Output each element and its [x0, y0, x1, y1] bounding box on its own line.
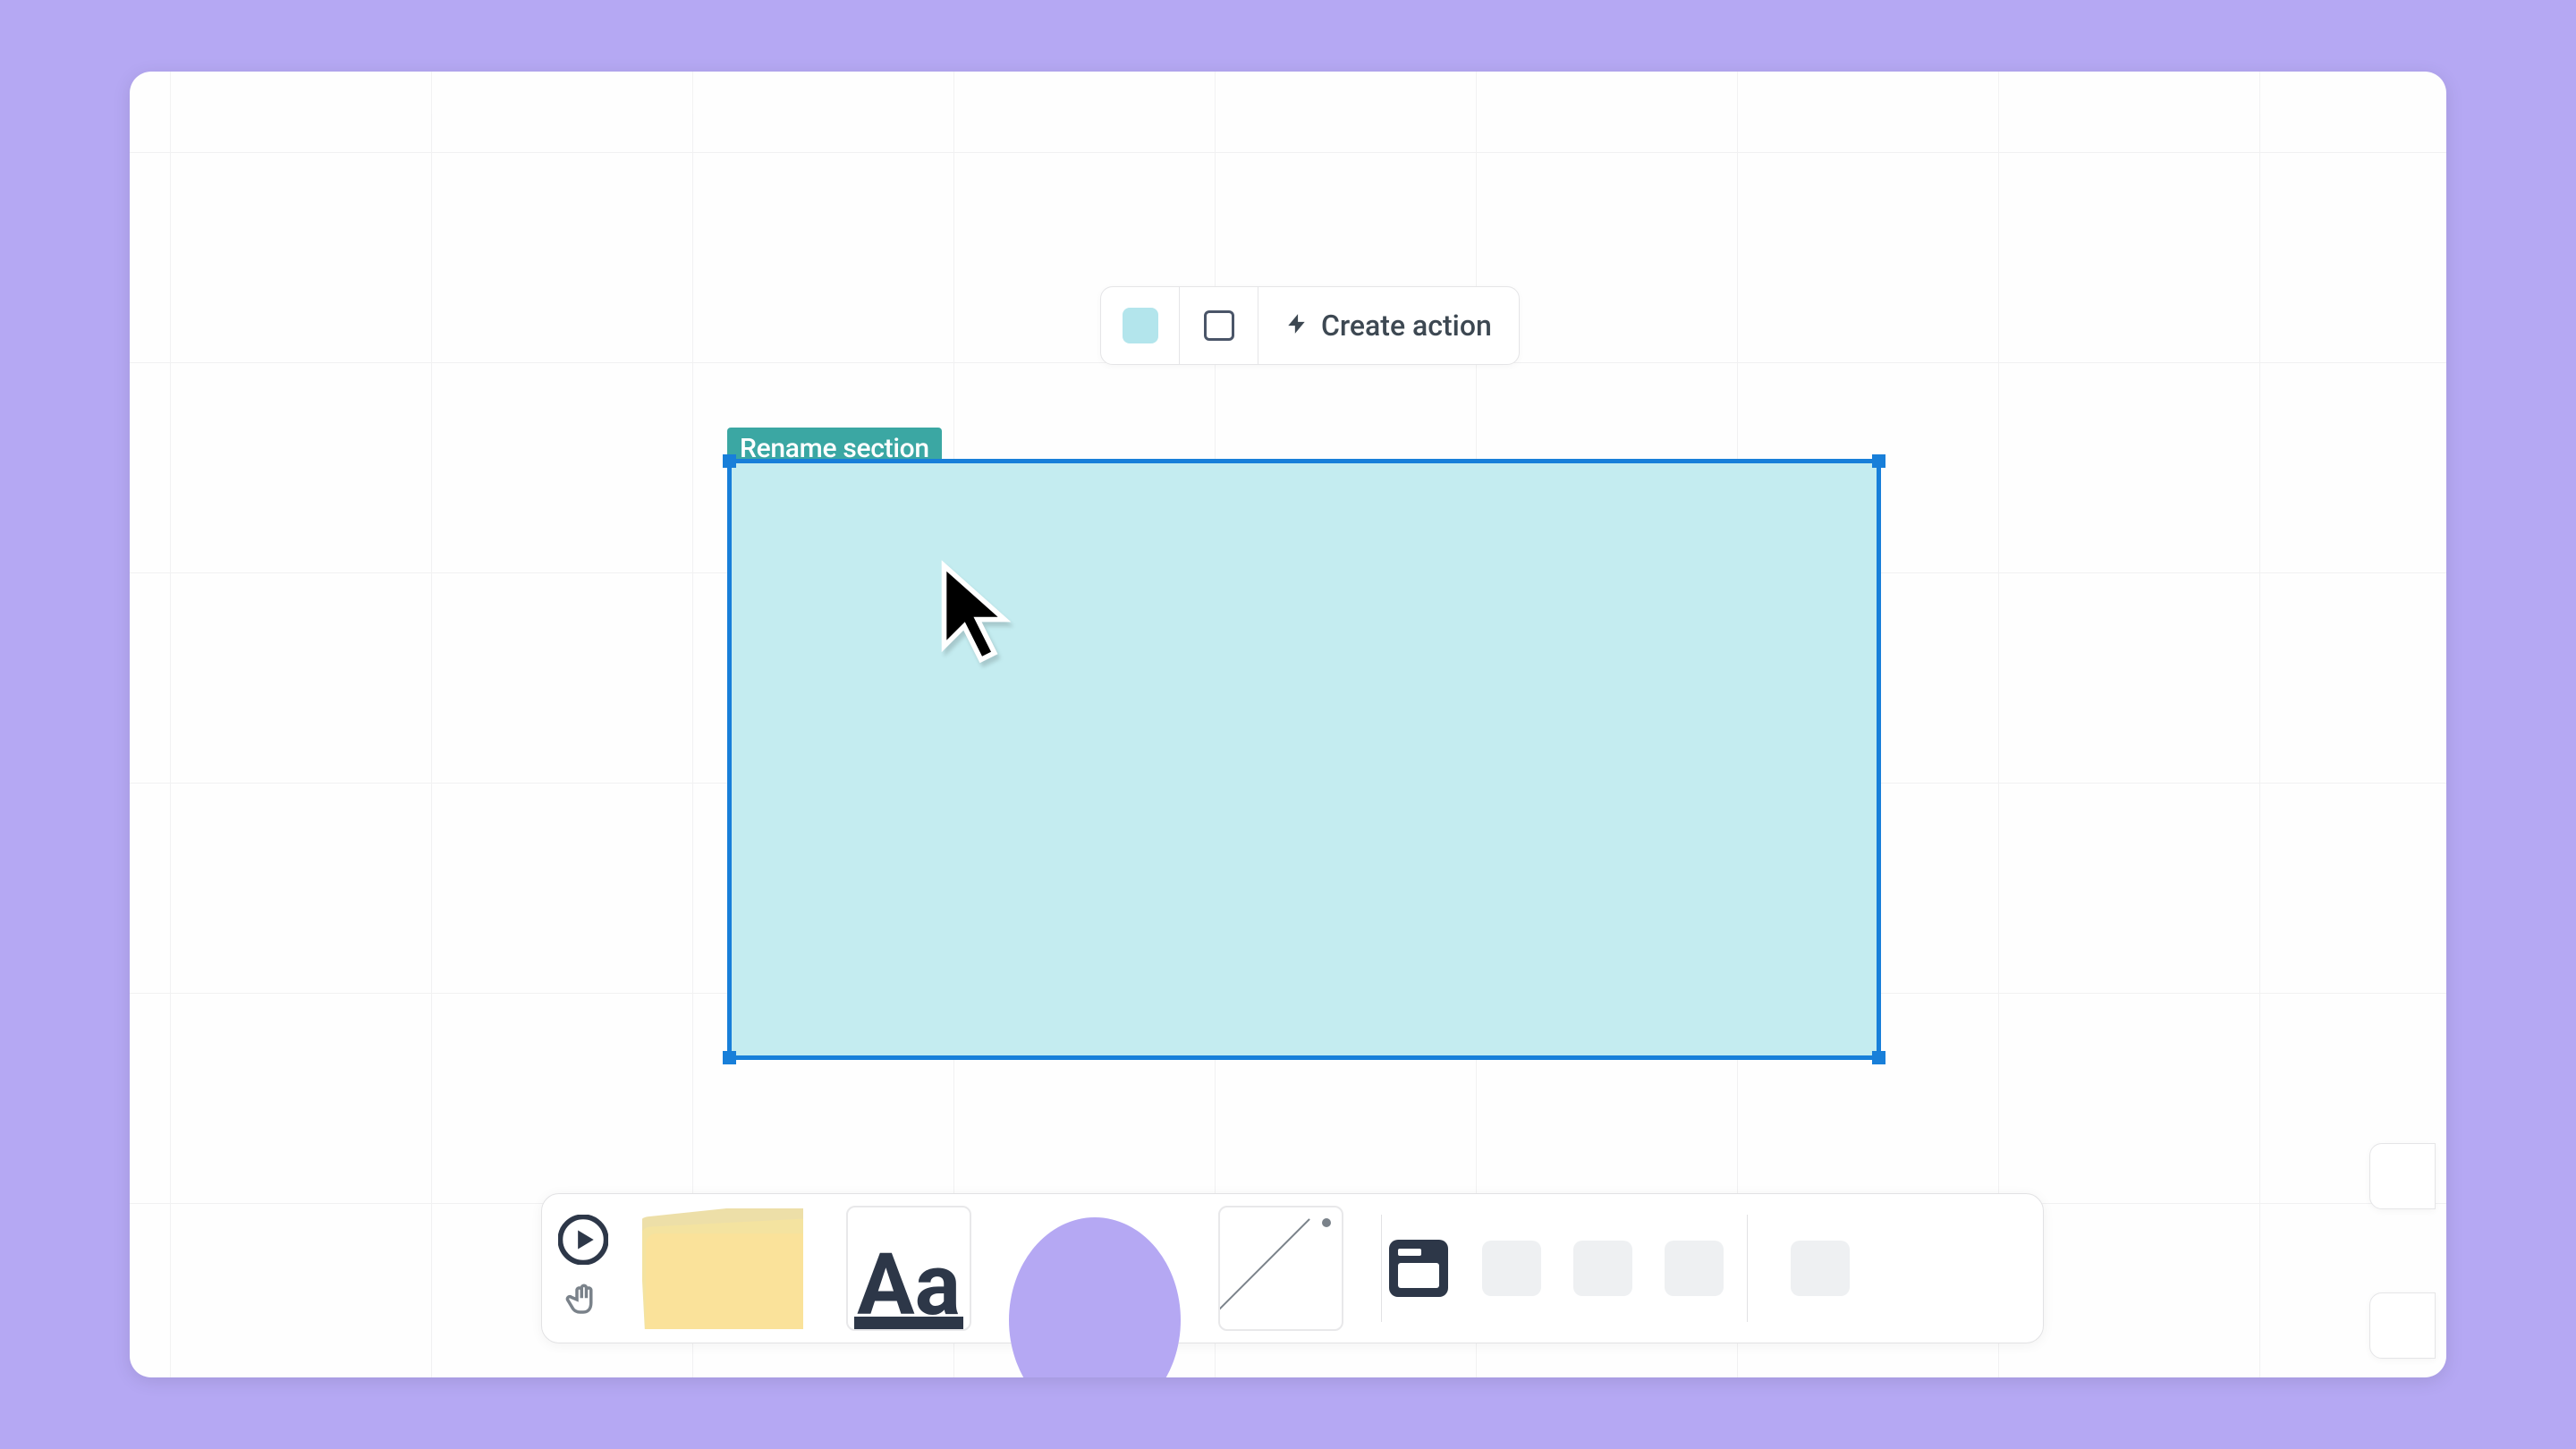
bottom-toolbar: Aa: [541, 1193, 2044, 1343]
resize-handle-br[interactable]: [1872, 1051, 1885, 1064]
shape-tool[interactable]: [1009, 1202, 1181, 1335]
section-tool[interactable]: [1389, 1240, 1448, 1297]
cursor-pointer-icon: [937, 559, 1018, 666]
context-toolbar: Create action: [1100, 286, 1520, 365]
create-action-label: Create action: [1321, 309, 1492, 343]
frame-icon: [1204, 310, 1234, 341]
text-tool-icon: Aa: [846, 1206, 971, 1331]
divider: [1381, 1215, 1382, 1322]
frame-button[interactable]: [1180, 286, 1258, 365]
selected-section[interactable]: [727, 459, 1881, 1060]
resize-handle-tr[interactable]: [1872, 454, 1885, 468]
text-tool[interactable]: Aa: [823, 1202, 995, 1335]
tool-placeholder-4[interactable]: [1791, 1241, 1850, 1296]
sticky-note-icon: [642, 1208, 803, 1329]
hand-tool-button[interactable]: [564, 1281, 602, 1322]
tool-placeholder-2[interactable]: [1573, 1241, 1632, 1296]
divider: [1747, 1215, 1748, 1322]
resize-handle-tl[interactable]: [723, 454, 736, 468]
tool-placeholder-3[interactable]: [1665, 1241, 1724, 1296]
lightning-icon: [1285, 309, 1309, 343]
canvas[interactable]: Create action Rename section: [130, 72, 2446, 1377]
right-side-control-2[interactable]: [2369, 1292, 2436, 1359]
circle-shape-icon: [1009, 1217, 1181, 1378]
color-swatch-icon: [1123, 308, 1158, 343]
right-side-control-1[interactable]: [2369, 1143, 2436, 1209]
fill-color-button[interactable]: [1101, 286, 1180, 365]
tool-placeholder-1[interactable]: [1482, 1241, 1541, 1296]
connector-tool[interactable]: [1195, 1202, 1367, 1335]
create-action-button[interactable]: Create action: [1258, 286, 1519, 365]
sticky-note-tool[interactable]: [637, 1202, 809, 1335]
play-button[interactable]: [558, 1215, 608, 1268]
connector-icon: [1218, 1206, 1343, 1331]
resize-handle-bl[interactable]: [723, 1051, 736, 1064]
